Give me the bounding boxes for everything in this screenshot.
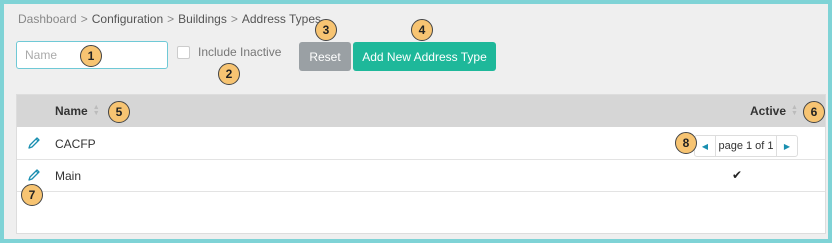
callout-marker-8: 8 xyxy=(675,132,697,154)
callout-marker-7: 7 xyxy=(21,184,43,206)
column-header-name[interactable]: Name ▲ ▼ xyxy=(55,104,100,118)
breadcrumb-separator: > xyxy=(230,12,238,26)
reset-button[interactable]: Reset xyxy=(299,42,351,71)
cell-active-checkmark: ✔ xyxy=(732,168,743,182)
breadcrumb-dashboard[interactable]: Dashboard xyxy=(18,12,77,26)
breadcrumb-address-types: Address Types xyxy=(241,12,322,26)
include-inactive-toggle[interactable]: Include Inactive xyxy=(177,45,281,59)
callout-marker-2: 2 xyxy=(218,63,240,85)
add-address-type-button[interactable]: Add New Address Type xyxy=(353,42,496,71)
sort-icon[interactable]: ▲ ▼ xyxy=(93,104,100,117)
breadcrumb-separator: > xyxy=(80,12,88,26)
cell-name: Main xyxy=(55,169,82,183)
include-inactive-checkbox[interactable] xyxy=(177,45,190,59)
page-indicator: page 1 of 1 xyxy=(715,136,777,156)
callout-marker-4: 4 xyxy=(411,19,433,41)
column-header-active[interactable]: Active ▲ ▼ xyxy=(750,104,798,118)
callout-marker-5: 5 xyxy=(108,101,130,123)
pencil-edit-icon[interactable] xyxy=(27,168,41,182)
table-header: Name ▲ ▼ Active ▲ ▼ xyxy=(17,95,825,127)
include-inactive-label: Include Inactive xyxy=(198,45,282,59)
table-row: Main ✔ xyxy=(17,160,825,192)
callout-marker-3: 3 xyxy=(315,19,337,41)
previous-page-icon[interactable]: ◀ xyxy=(695,142,715,151)
sort-icon[interactable]: ▲ ▼ xyxy=(791,104,798,117)
breadcrumb-configuration[interactable]: Configuration xyxy=(92,12,163,26)
next-page-icon[interactable]: ▶ xyxy=(777,142,797,151)
app-frame: Dashboard > Configuration > Buildings > Addres… xyxy=(0,0,832,243)
callout-marker-1: 1 xyxy=(80,45,102,67)
pencil-edit-icon[interactable] xyxy=(27,136,41,150)
pagination: ◀ page 1 of 1 ▶ xyxy=(694,135,798,157)
callout-marker-6: 6 xyxy=(803,101,825,123)
column-header-name-label: Name xyxy=(55,104,88,118)
breadcrumb-separator: > xyxy=(167,12,175,26)
column-header-active-label: Active xyxy=(750,104,787,118)
address-types-table: Name ▲▼ Active ▲▼ CACFP ✔ Main ✔ xyxy=(16,94,826,234)
breadcrumb: Dashboard > Configuration > Buildings > Addres… xyxy=(18,12,321,26)
breadcrumb-buildings[interactable]: Buildings xyxy=(178,12,227,26)
cell-name: CACFP xyxy=(55,137,96,151)
